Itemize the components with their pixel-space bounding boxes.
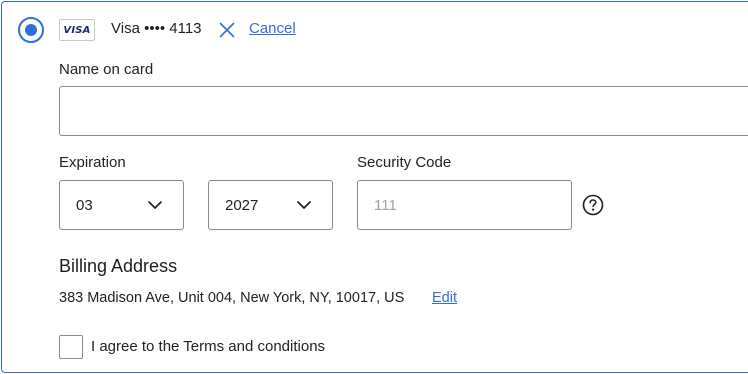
cancel-link[interactable]: Cancel [249, 20, 296, 37]
security-code-input[interactable] [357, 180, 572, 230]
expiration-month-select[interactable]: 03 [59, 180, 184, 230]
radio-selected-dot [25, 24, 37, 36]
edit-billing-link[interactable]: Edit [432, 290, 457, 306]
chevron-down-icon [148, 201, 162, 209]
visa-logo-text: VISA [63, 24, 91, 36]
billing-address-text: 383 Madison Ave, Unit 004, New York, NY,… [59, 290, 405, 306]
chevron-down-icon [297, 201, 311, 209]
security-code-label: Security Code [357, 154, 452, 171]
terms-checkbox[interactable] [59, 335, 83, 359]
payment-method-radio[interactable] [18, 17, 44, 43]
terms-label: I agree to the Terms and conditions [91, 338, 326, 355]
name-on-card-label: Name on card [59, 61, 154, 78]
card-number-label: Visa •••• 4113 [111, 20, 202, 37]
question-circle-icon[interactable] [582, 194, 604, 216]
expiration-label: Expiration [59, 154, 126, 171]
close-icon[interactable] [219, 22, 235, 38]
name-on-card-input[interactable] [59, 86, 748, 136]
payment-method-card: VISA Visa •••• 4113 Cancel Name on card … [1, 1, 748, 373]
expiration-year-value: 2027 [225, 196, 259, 214]
expiration-month-value: 03 [76, 196, 93, 214]
visa-logo-icon: VISA [59, 19, 95, 41]
expiration-year-select[interactable]: 2027 [208, 180, 333, 230]
billing-address-heading: Billing Address [59, 256, 178, 276]
